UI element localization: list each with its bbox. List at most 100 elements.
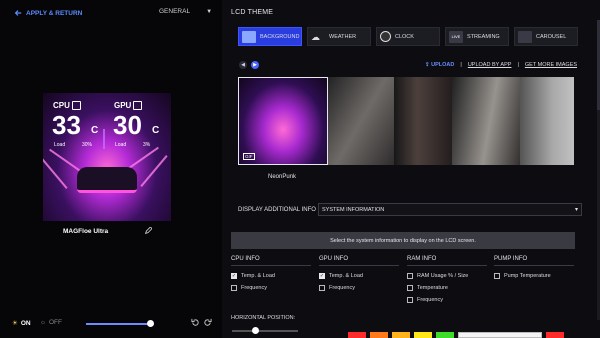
gpu-temp: 30 xyxy=(113,110,142,140)
gpu-temp-load-option[interactable]: ✓ Temp. & Load xyxy=(319,270,399,282)
checkbox[interactable] xyxy=(407,273,413,279)
checkbox[interactable] xyxy=(494,273,500,279)
swatch-selected-red[interactable] xyxy=(546,332,564,338)
brightness-knob[interactable] xyxy=(147,320,155,327)
tab-carousel-label: CAROUSEL xyxy=(536,33,567,40)
gpu-frequency-option[interactable]: Frequency xyxy=(319,282,399,294)
option-label: Frequency xyxy=(417,297,443,303)
ram-info-column: RAM INFO RAM Usage % / Size Temperature … xyxy=(407,256,487,306)
swatch-red[interactable] xyxy=(348,332,366,338)
gpu-info-column: GPU INFO ✓ Temp. & Load Frequency xyxy=(319,256,399,294)
swatch-orange[interactable] xyxy=(370,332,388,338)
gpu-label: GPU xyxy=(114,101,132,110)
tab-background-label: BACKGROUND xyxy=(260,33,300,40)
cpu-frequency-option[interactable]: Frequency xyxy=(231,282,311,294)
cpu-chip-icon xyxy=(72,101,81,110)
pump-info-title: PUMP INFO xyxy=(494,256,574,266)
checkbox[interactable] xyxy=(231,285,237,291)
color-swatches xyxy=(348,332,564,338)
tab-clock[interactable]: CLOCK xyxy=(376,27,440,46)
checkbox[interactable]: ✓ xyxy=(231,273,237,279)
lcd-theme-title: LCD THEME xyxy=(231,9,274,16)
arrow-left-icon xyxy=(14,10,22,16)
caret-down-icon: ▾ xyxy=(574,207,578,213)
upload-by-app-link[interactable]: UPLOAD BY APP xyxy=(468,62,512,68)
checkbox[interactable] xyxy=(407,297,413,303)
checkbox[interactable]: ✓ xyxy=(319,273,325,279)
tab-weather-label: WEATHER xyxy=(329,33,357,40)
rotate-right-icon[interactable] xyxy=(203,318,212,327)
horizontal-position-knob[interactable] xyxy=(252,327,259,334)
gpu-load-label: Load xyxy=(115,142,127,148)
thumb-nav: ◀ ▶ xyxy=(239,61,259,69)
pump-info-column: PUMP INFO Pump Temperature xyxy=(494,256,574,282)
next-arrow-icon[interactable]: ▶ xyxy=(251,61,259,69)
horizontal-position-label: HORIZONTAL POSITION: xyxy=(231,315,296,321)
ram-temperature-option[interactable]: Temperature xyxy=(407,282,487,294)
gpu-info-title: GPU INFO xyxy=(319,256,399,266)
link-separator: | xyxy=(517,62,519,68)
option-label: Temperature xyxy=(417,285,448,291)
ram-info-title: RAM INFO xyxy=(407,256,487,266)
mode-dropdown[interactable]: GENERAL ▼ xyxy=(159,8,212,15)
brightness-fill xyxy=(86,323,151,325)
prev-arrow-icon[interactable]: ◀ xyxy=(239,61,247,69)
swatch-amber[interactable] xyxy=(392,332,410,338)
thumb-item[interactable] xyxy=(452,77,520,165)
right-panel: LCD THEME BACKGROUND ☁ WEATHER CLOCK LIV… xyxy=(222,0,600,338)
custom-color-field[interactable] xyxy=(458,332,542,338)
device-name: MAGFloe Ultra xyxy=(63,228,109,235)
caret-down-icon: ▼ xyxy=(206,8,213,15)
upload-link[interactable]: ⇪ UPLOAD xyxy=(425,62,454,68)
rotate-left-icon[interactable] xyxy=(191,318,200,327)
ram-frequency-option[interactable]: Frequency xyxy=(407,294,487,306)
cpu-load-label: Load xyxy=(54,142,66,148)
live-icon: LIVE xyxy=(449,30,463,43)
swatch-yellow[interactable] xyxy=(414,332,432,338)
gif-badge: GIF xyxy=(243,153,255,160)
on-label: ON xyxy=(20,319,31,327)
tab-weather[interactable]: ☁ WEATHER xyxy=(307,27,371,46)
brightness-slider[interactable] xyxy=(86,320,155,327)
ram-usage-option[interactable]: RAM Usage % / Size xyxy=(407,270,487,282)
thumb-neonpunk[interactable]: GIF xyxy=(238,77,328,165)
gpu-load: 3% xyxy=(143,142,151,148)
mode-label: GENERAL xyxy=(159,8,191,15)
carousel-icon xyxy=(518,30,532,43)
pump-temperature-option[interactable]: Pump Temperature xyxy=(494,270,574,282)
tab-streaming[interactable]: LIVE STREAMING xyxy=(445,27,509,46)
gpu-temp-unit: C xyxy=(152,125,160,136)
swatch-green[interactable] xyxy=(436,332,454,338)
cpu-temp: 33 xyxy=(52,110,81,140)
theme-tabs: BACKGROUND ☁ WEATHER CLOCK LIVE STREAMIN… xyxy=(238,27,578,46)
upload-label: UPLOAD xyxy=(431,62,455,68)
tab-background[interactable]: BACKGROUND xyxy=(238,27,302,46)
apply-return-button[interactable]: APPLY & RETURN xyxy=(14,9,82,17)
tab-clock-label: CLOCK xyxy=(395,33,414,40)
cpu-info-column: CPU INFO ✓ Temp. & Load Frequency xyxy=(231,256,311,294)
cpu-label: CPU xyxy=(53,101,70,110)
checkbox[interactable] xyxy=(407,285,413,291)
power-off-toggle[interactable]: ☼ OFF xyxy=(40,319,62,326)
option-label: Temp. & Load xyxy=(329,273,363,279)
gpu-chip-icon xyxy=(133,101,142,110)
cpu-temp-load-option[interactable]: ✓ Temp. & Load xyxy=(231,270,311,282)
thumb-item[interactable] xyxy=(328,77,394,165)
car-graphic xyxy=(77,167,137,193)
tab-carousel[interactable]: CAROUSEL xyxy=(514,27,578,46)
pencil-icon[interactable] xyxy=(144,227,152,235)
info-hint: Select the system information to display… xyxy=(231,232,575,249)
get-more-images-link[interactable]: GET MORE IMAGES xyxy=(525,62,577,68)
power-on-toggle[interactable]: ☀ ON xyxy=(12,319,31,328)
thumb-item[interactable] xyxy=(520,77,574,165)
additional-info-select[interactable]: SYSTEM INFORMATION ▾ xyxy=(318,203,582,216)
option-label: Temp. & Load xyxy=(241,273,275,279)
option-label: Frequency xyxy=(329,285,355,291)
moon-icon: ☼ xyxy=(40,319,46,326)
checkbox[interactable] xyxy=(319,285,325,291)
option-label: RAM Usage % / Size xyxy=(417,273,469,279)
option-label: Pump Temperature xyxy=(504,273,551,279)
horizontal-position-slider[interactable] xyxy=(232,330,298,332)
thumb-item[interactable] xyxy=(394,77,452,165)
link-separator: | xyxy=(460,62,462,68)
